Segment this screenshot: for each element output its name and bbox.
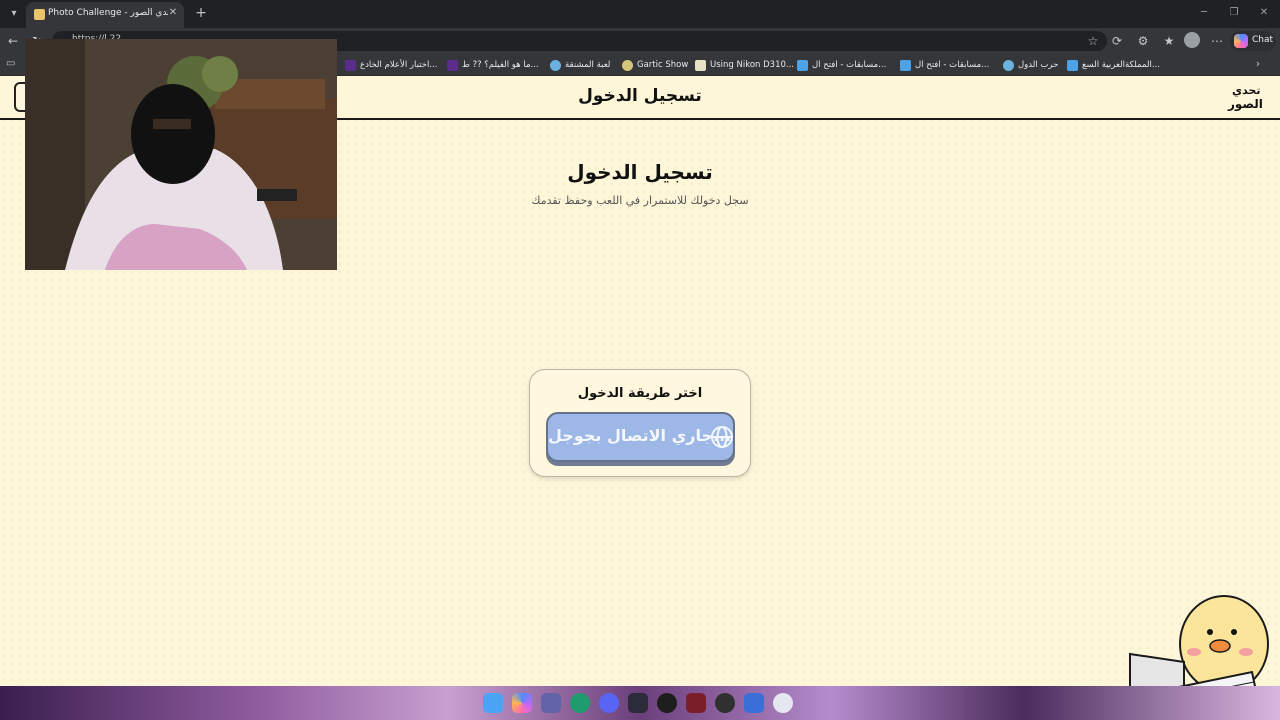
- photos-icon[interactable]: [744, 693, 764, 713]
- favorite-star-icon[interactable]: ☆: [1084, 32, 1102, 50]
- bookmark-favicon-icon: [797, 59, 808, 71]
- header-title: تسجيل الدخول: [578, 86, 702, 106]
- bookmark-label: ما هو الفيلم؟ ?? ط...: [462, 60, 539, 70]
- bookmark-favicon-icon: [900, 59, 911, 71]
- bookmark-label: Using Nikon D310...: [710, 60, 794, 70]
- bookmark-item[interactable]: Using Nikon D310...: [695, 57, 794, 73]
- bookmark-item[interactable]: المملكةالعربية السع...: [1067, 57, 1160, 73]
- restore-icon[interactable]: ❐: [1226, 5, 1242, 21]
- nzxt-icon[interactable]: [628, 693, 648, 713]
- bookmark-label: اختبار الأعلام الخادع...: [360, 60, 438, 70]
- favorites-icon[interactable]: ★: [1160, 32, 1178, 50]
- google-login-button[interactable]: جاري الاتصال بجوجل...: [546, 412, 735, 462]
- teams-icon[interactable]: [541, 693, 561, 713]
- bookmark-item[interactable]: اختبار الأعلام الخادع...: [345, 57, 437, 73]
- tab-favicon-icon: [34, 9, 45, 20]
- back-arrow-icon[interactable]: ←: [4, 32, 22, 50]
- page-subtitle: سجل دخولك للاستمرار في اللعب وحفظ تقدمك: [531, 194, 749, 207]
- bookmark-label: لعبة المشنقة: [565, 60, 611, 70]
- more-menu-icon[interactable]: ⋯: [1208, 32, 1226, 50]
- windows-taskbar: [0, 686, 1280, 720]
- extensions-icon[interactable]: ⚙: [1134, 32, 1152, 50]
- kahoot-icon: [345, 59, 356, 71]
- bookmarks-overflow-chevron-icon[interactable]: ›: [1252, 57, 1264, 73]
- bookmark-label: حرب الدول: [1018, 60, 1059, 70]
- tab-list-icon[interactable]: ▾: [6, 6, 22, 22]
- new-tab-icon[interactable]: +: [193, 5, 209, 21]
- bookmark-favicon-icon: [550, 59, 561, 71]
- tab-title: Photo Challenge - لعبة تحدي الصور: [48, 8, 168, 18]
- kahoot-icon: [447, 59, 458, 71]
- tab-strip: ▾ Photo Challenge - لعبة تحدي الصور ✕ + …: [0, 0, 1280, 28]
- bookmark-label: مسابقات - افتح ال...: [915, 60, 990, 70]
- bookmark-label: مسابقات - افتح ال...: [812, 60, 887, 70]
- bookmark-favicon-icon: [1067, 59, 1078, 71]
- page-title: تسجيل الدخول: [567, 160, 713, 184]
- video-editor-icon[interactable]: [686, 693, 706, 713]
- webcam-overlay: [25, 39, 337, 270]
- bookmark-label: Gartic Show: [637, 60, 689, 70]
- copilot-chat-icon: [1234, 34, 1248, 48]
- active-tab[interactable]: Photo Challenge - لعبة تحدي الصور ✕: [26, 2, 184, 28]
- close-tab-icon[interactable]: ✕: [166, 6, 180, 20]
- start-icon[interactable]: [483, 693, 503, 713]
- bookmark-item[interactable]: Gartic Show: [622, 57, 688, 73]
- bookmark-favicon-icon: [695, 59, 706, 71]
- close-window-icon[interactable]: ✕: [1256, 5, 1272, 21]
- bookmark-label: المملكةالعربية السع...: [1082, 60, 1160, 70]
- obs-icon[interactable]: [657, 693, 677, 713]
- bookmark-folder-icon[interactable]: ▭: [6, 58, 20, 72]
- vpn-icon[interactable]: [773, 693, 793, 713]
- logo-text-top: تحدي: [1232, 84, 1261, 97]
- chat-label: Chat: [1252, 35, 1274, 45]
- minimize-icon[interactable]: ─: [1196, 5, 1212, 21]
- edge-icon[interactable]: [570, 693, 590, 713]
- login-method-title: اختر طريقة الدخول: [577, 386, 703, 401]
- google-login-label: جاري الاتصال بجوجل...: [548, 426, 732, 445]
- bookmark-item[interactable]: مسابقات - افتح ال...: [797, 57, 886, 73]
- bookmark-favicon-icon: [1003, 59, 1014, 71]
- clock-icon[interactable]: [715, 693, 735, 713]
- chat-button[interactable]: Chat: [1230, 31, 1276, 51]
- logo-text-bottom: الصور: [1228, 97, 1263, 111]
- login-method-card: اختر طريقة الدخول جاري الاتصال بجوجل...: [529, 369, 751, 477]
- copilot-icon[interactable]: [512, 693, 532, 713]
- refresh-extension-icon[interactable]: ⟳: [1108, 32, 1126, 50]
- webcam-feed: [25, 39, 337, 270]
- bookmark-item[interactable]: حرب الدول: [1003, 57, 1058, 73]
- globe-icon: [711, 426, 733, 448]
- bookmark-favicon-icon: [622, 59, 633, 71]
- bookmark-item[interactable]: مسابقات - افتح ال...: [900, 57, 989, 73]
- profile-avatar[interactable]: [1184, 32, 1200, 48]
- site-logo[interactable]: تحدي الصور: [1226, 82, 1270, 116]
- bookmark-item[interactable]: ما هو الفيلم؟ ?? ط...: [447, 57, 539, 73]
- discord-icon[interactable]: [599, 693, 619, 713]
- bookmark-item[interactable]: لعبة المشنقة: [550, 57, 610, 73]
